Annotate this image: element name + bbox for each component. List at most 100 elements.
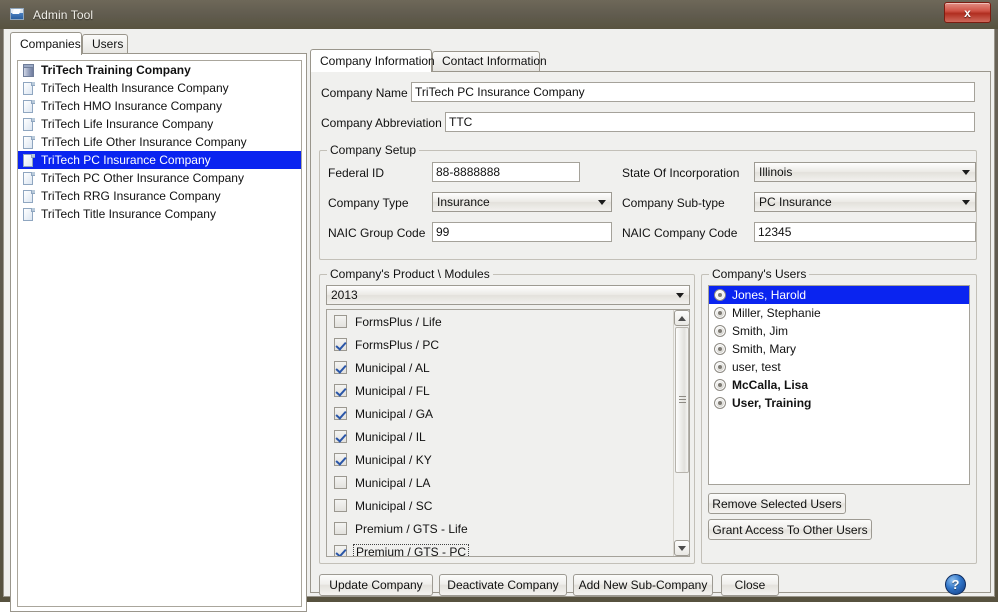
tab-contact-information[interactable]: Contact Information bbox=[432, 51, 547, 71]
list-item-selected[interactable]: TriTech PC Insurance Company bbox=[18, 151, 301, 169]
checklist-item[interactable]: Municipal / KY bbox=[327, 448, 689, 471]
company-label: TriTech Title Insurance Company bbox=[41, 207, 216, 221]
remove-selected-users-button[interactable]: Remove Selected Users bbox=[708, 493, 846, 514]
company-list[interactable]: TriTech Training Company TriTech Health … bbox=[17, 60, 302, 607]
close-window-button[interactable]: x bbox=[944, 2, 991, 23]
checkbox-checked-icon[interactable] bbox=[334, 338, 347, 351]
company-label: TriTech Life Insurance Company bbox=[41, 117, 214, 131]
update-company-button[interactable]: Update Company bbox=[319, 574, 433, 596]
tab-companies[interactable]: Companies bbox=[10, 32, 82, 55]
products-modules-title: Company's Product \ Modules bbox=[327, 267, 493, 281]
gear-icon bbox=[713, 342, 727, 356]
checkbox-unchecked-icon[interactable] bbox=[334, 499, 347, 512]
company-type-label: Company Type bbox=[328, 196, 409, 210]
list-item[interactable]: TriTech PC Other Insurance Company bbox=[18, 169, 301, 187]
modules-scrollbar[interactable] bbox=[673, 310, 689, 556]
checklist-item[interactable]: FormsPlus / Life bbox=[327, 310, 689, 333]
company-information-body: Company Name TriTech PC Insurance Compan… bbox=[310, 71, 991, 596]
naic-group-code-input[interactable]: 99 bbox=[432, 222, 612, 242]
checkbox-unchecked-icon[interactable] bbox=[334, 522, 347, 535]
checklist-item[interactable]: Municipal / FL bbox=[327, 379, 689, 402]
checklist-item[interactable]: Municipal / AL bbox=[327, 356, 689, 379]
company-subtype-select[interactable]: PC Insurance bbox=[754, 192, 976, 212]
state-of-incorporation-select[interactable]: Illinois bbox=[754, 162, 976, 182]
checkbox-checked-icon[interactable] bbox=[334, 407, 347, 420]
company-name-input[interactable]: TriTech PC Insurance Company bbox=[411, 82, 975, 102]
checkbox-checked-icon[interactable] bbox=[334, 384, 347, 397]
checkbox-unchecked-icon[interactable] bbox=[334, 476, 347, 489]
tab-users[interactable]: Users bbox=[82, 34, 128, 54]
chevron-down-icon bbox=[598, 200, 606, 205]
checklist-item[interactable]: FormsPlus / PC bbox=[327, 333, 689, 356]
close-button[interactable]: Close bbox=[721, 574, 779, 596]
client-area: Companies Users TriTech Training Company… bbox=[3, 29, 995, 612]
add-new-sub-company-button[interactable]: Add New Sub-Company bbox=[573, 574, 713, 596]
federal-id-input[interactable]: 88-8888888 bbox=[432, 162, 580, 182]
checklist-item[interactable]: Municipal / IL bbox=[327, 425, 689, 448]
company-setup-group: Company Setup Federal ID 88-8888888 Stat… bbox=[319, 143, 977, 260]
list-item[interactable]: Smith, Jim bbox=[709, 322, 969, 340]
application-window: Admin Tool x Companies Users TriTech Tra… bbox=[0, 0, 998, 612]
folder-icon bbox=[21, 99, 36, 114]
checklist-item-focused[interactable]: Premium / GTS - PC bbox=[327, 540, 689, 556]
grant-access-button[interactable]: Grant Access To Other Users bbox=[708, 519, 872, 540]
naic-company-code-label: NAIC Company Code bbox=[622, 226, 738, 240]
detail-tab-strip: Company Information Contact Information bbox=[310, 49, 991, 72]
checklist-item[interactable]: Municipal / LA bbox=[327, 471, 689, 494]
list-item-selected[interactable]: Jones, Harold bbox=[709, 286, 969, 304]
scroll-up-button[interactable] bbox=[674, 310, 689, 326]
user-label: Smith, Mary bbox=[732, 342, 797, 356]
folder-icon bbox=[21, 153, 36, 168]
company-abbreviation-label: Company Abbreviation bbox=[321, 116, 442, 130]
company-users-group: Company's Users Jones, Harold Miller, St… bbox=[701, 267, 977, 564]
list-item[interactable]: TriTech Life Other Insurance Company bbox=[18, 133, 301, 151]
checkbox-checked-icon[interactable] bbox=[334, 430, 347, 443]
tab-company-information[interactable]: Company Information bbox=[310, 49, 435, 72]
title-bar: Admin Tool x bbox=[0, 0, 998, 29]
checkbox-checked-icon[interactable] bbox=[334, 453, 347, 466]
gear-icon bbox=[713, 288, 727, 302]
scroll-down-button[interactable] bbox=[674, 540, 689, 556]
list-item[interactable]: TriTech Health Insurance Company bbox=[18, 79, 301, 97]
company-type-value: Insurance bbox=[437, 195, 490, 209]
checklist-item[interactable]: Municipal / SC bbox=[327, 494, 689, 517]
products-modules-group: Company's Product \ Modules 2013 FormsPl… bbox=[319, 267, 695, 564]
list-item[interactable]: TriTech Title Insurance Company bbox=[18, 205, 301, 223]
module-label: Municipal / KY bbox=[355, 452, 432, 467]
deactivate-company-button[interactable]: Deactivate Company bbox=[439, 574, 567, 596]
list-item[interactable]: TriTech RRG Insurance Company bbox=[18, 187, 301, 205]
user-label: Jones, Harold bbox=[732, 288, 807, 302]
user-label: Smith, Jim bbox=[732, 324, 789, 338]
users-list[interactable]: Jones, Harold Miller, Stephanie Smith, J… bbox=[708, 285, 970, 485]
module-year-select[interactable]: 2013 bbox=[326, 285, 690, 305]
chevron-down-icon bbox=[962, 170, 970, 175]
company-abbreviation-input[interactable]: TTC bbox=[445, 112, 975, 132]
list-item[interactable]: user, test bbox=[709, 358, 969, 376]
company-label: TriTech PC Other Insurance Company bbox=[41, 171, 244, 185]
triangle-down-icon bbox=[678, 545, 686, 551]
list-item[interactable]: User, Training bbox=[709, 394, 969, 412]
module-label: Municipal / FL bbox=[355, 383, 430, 398]
checkbox-checked-icon[interactable] bbox=[334, 545, 347, 556]
window-title: Admin Tool bbox=[33, 7, 94, 22]
checklist-item[interactable]: Municipal / GA bbox=[327, 402, 689, 425]
folder-icon bbox=[21, 135, 36, 150]
scrollbar-thumb[interactable] bbox=[675, 327, 689, 473]
list-item[interactable]: TriTech Training Company bbox=[18, 61, 301, 79]
federal-id-label: Federal ID bbox=[328, 166, 385, 180]
company-users-title: Company's Users bbox=[709, 267, 810, 281]
checkbox-unchecked-icon[interactable] bbox=[334, 315, 347, 328]
modules-checklist[interactable]: FormsPlus / Life FormsPlus / PC Municipa… bbox=[326, 309, 690, 557]
checklist-item[interactable]: Premium / GTS - Life bbox=[327, 517, 689, 540]
module-label: Municipal / IL bbox=[355, 429, 426, 444]
folder-icon bbox=[21, 207, 36, 222]
list-item[interactable]: TriTech HMO Insurance Company bbox=[18, 97, 301, 115]
list-item[interactable]: Miller, Stephanie bbox=[709, 304, 969, 322]
list-item[interactable]: TriTech Life Insurance Company bbox=[18, 115, 301, 133]
help-icon[interactable]: ? bbox=[945, 574, 966, 595]
checkbox-checked-icon[interactable] bbox=[334, 361, 347, 374]
naic-company-code-input[interactable]: 12345 bbox=[754, 222, 976, 242]
company-type-select[interactable]: Insurance bbox=[432, 192, 612, 212]
list-item[interactable]: Smith, Mary bbox=[709, 340, 969, 358]
list-item[interactable]: McCalla, Lisa bbox=[709, 376, 969, 394]
